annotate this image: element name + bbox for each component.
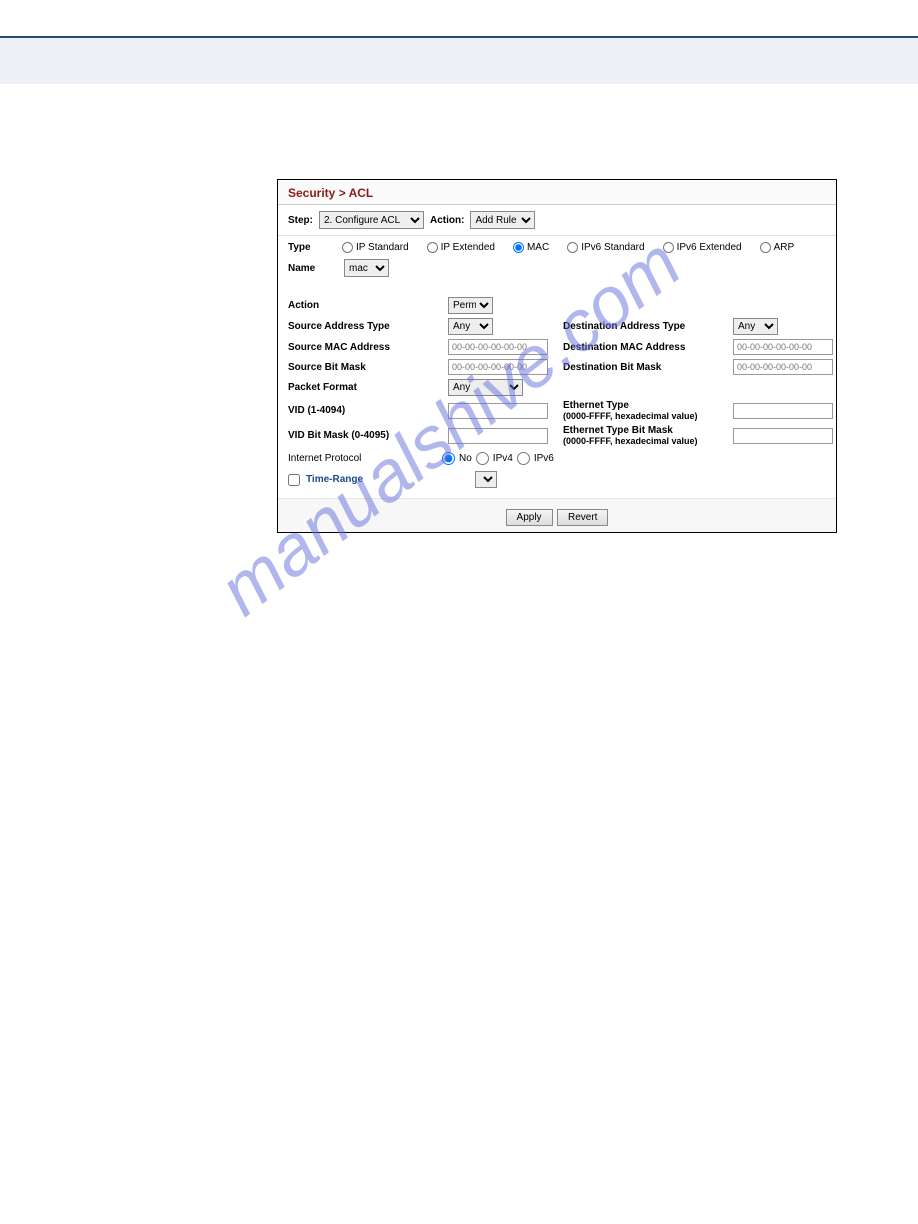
src-bitmask-input[interactable] bbox=[448, 359, 548, 375]
type-row: Type IP Standard IP Extended MAC IPv6 St… bbox=[278, 236, 836, 259]
type-arp-label: ARP bbox=[774, 242, 795, 253]
type-ipext-label: IP Extended bbox=[441, 242, 495, 253]
action-header-select[interactable]: Add Rule bbox=[470, 211, 535, 229]
type-mac-label: MAC bbox=[527, 242, 549, 253]
type-ipstd-label: IP Standard bbox=[356, 242, 409, 253]
apply-button[interactable]: Apply bbox=[506, 509, 553, 526]
acl-config-panel: Security > ACL Step: 2. Configure ACL Ac… bbox=[277, 179, 837, 533]
internet-protocol-row: Internet Protocol No IPv4 IPv6 bbox=[288, 452, 826, 465]
packet-format-select[interactable]: Any bbox=[448, 379, 523, 396]
ip-v4-label: IPv4 bbox=[493, 453, 513, 464]
step-select[interactable]: 2. Configure ACL bbox=[319, 211, 424, 229]
action-label: Action: bbox=[430, 215, 464, 226]
dst-bitmask-label: Destination Bit Mask bbox=[563, 362, 723, 373]
vid-bitmask-input[interactable] bbox=[448, 428, 548, 444]
type-arp-radio[interactable] bbox=[760, 242, 771, 253]
action-field-select[interactable]: Permit bbox=[448, 297, 493, 314]
ethtype-hint: (0000-FFFF, hexadecimal value) bbox=[563, 411, 723, 421]
name-row: Name mac bbox=[278, 259, 836, 287]
ethtype-bitmask-input[interactable] bbox=[733, 428, 833, 444]
src-bitmask-label: Source Bit Mask bbox=[288, 362, 438, 373]
dst-addr-type-label: Destination Address Type bbox=[563, 321, 723, 332]
vid-label: VID (1-4094) bbox=[288, 405, 438, 416]
dst-bitmask-input[interactable] bbox=[733, 359, 833, 375]
vid-bitmask-label: VID Bit Mask (0-4095) bbox=[288, 430, 438, 441]
ip-no-radio[interactable] bbox=[442, 452, 455, 465]
src-addr-type-label: Source Address Type bbox=[288, 321, 438, 332]
step-action-row: Step: 2. Configure ACL Action: Add Rule bbox=[278, 205, 836, 236]
type-ipv6ext-radio[interactable] bbox=[663, 242, 674, 253]
ip-v6-label: IPv6 bbox=[534, 453, 554, 464]
src-mac-input[interactable] bbox=[448, 339, 548, 355]
action-field-label: Action bbox=[288, 300, 438, 311]
name-select[interactable]: mac bbox=[344, 259, 389, 277]
ip-no-label: No bbox=[459, 453, 472, 464]
type-ipstd-radio[interactable] bbox=[342, 242, 353, 253]
ip-label: Internet Protocol bbox=[288, 453, 438, 464]
ip-v6-radio[interactable] bbox=[517, 452, 530, 465]
type-ipext-radio[interactable] bbox=[427, 242, 438, 253]
vid-input[interactable] bbox=[448, 403, 548, 419]
ip-v4-radio[interactable] bbox=[476, 452, 489, 465]
time-range-checkbox[interactable] bbox=[288, 474, 300, 486]
name-label: Name bbox=[288, 263, 338, 274]
step-label: Step: bbox=[288, 215, 313, 226]
ethtype-label: Ethernet Type bbox=[563, 400, 723, 411]
type-ipv6ext-label: IPv6 Extended bbox=[677, 242, 742, 253]
type-ipv6std-radio[interactable] bbox=[567, 242, 578, 253]
time-range-label: Time-Range bbox=[306, 474, 363, 485]
dst-addr-type-select[interactable]: Any bbox=[733, 318, 778, 335]
button-row: Apply Revert bbox=[278, 498, 836, 532]
breadcrumb: Security > ACL bbox=[278, 180, 836, 205]
time-range-select[interactable] bbox=[475, 471, 497, 488]
revert-button[interactable]: Revert bbox=[557, 509, 608, 526]
packet-format-label: Packet Format bbox=[288, 382, 438, 393]
src-addr-type-select[interactable]: Any bbox=[448, 318, 493, 335]
src-mac-label: Source MAC Address bbox=[288, 342, 438, 353]
page-header-band bbox=[0, 36, 918, 84]
type-label: Type bbox=[288, 242, 338, 253]
dst-mac-label: Destination MAC Address bbox=[563, 342, 723, 353]
ethtype-bitmask-label: Ethernet Type Bit Mask bbox=[563, 425, 723, 436]
type-ipv6std-label: IPv6 Standard bbox=[581, 242, 644, 253]
dst-mac-input[interactable] bbox=[733, 339, 833, 355]
form-area: Action Permit Source Address Type Any De… bbox=[278, 287, 836, 498]
ethtype-bitmask-hint: (0000-FFFF, hexadecimal value) bbox=[563, 436, 723, 446]
time-range-row: Time-Range bbox=[288, 471, 826, 488]
type-mac-radio[interactable] bbox=[513, 242, 524, 253]
ethtype-input[interactable] bbox=[733, 403, 833, 419]
